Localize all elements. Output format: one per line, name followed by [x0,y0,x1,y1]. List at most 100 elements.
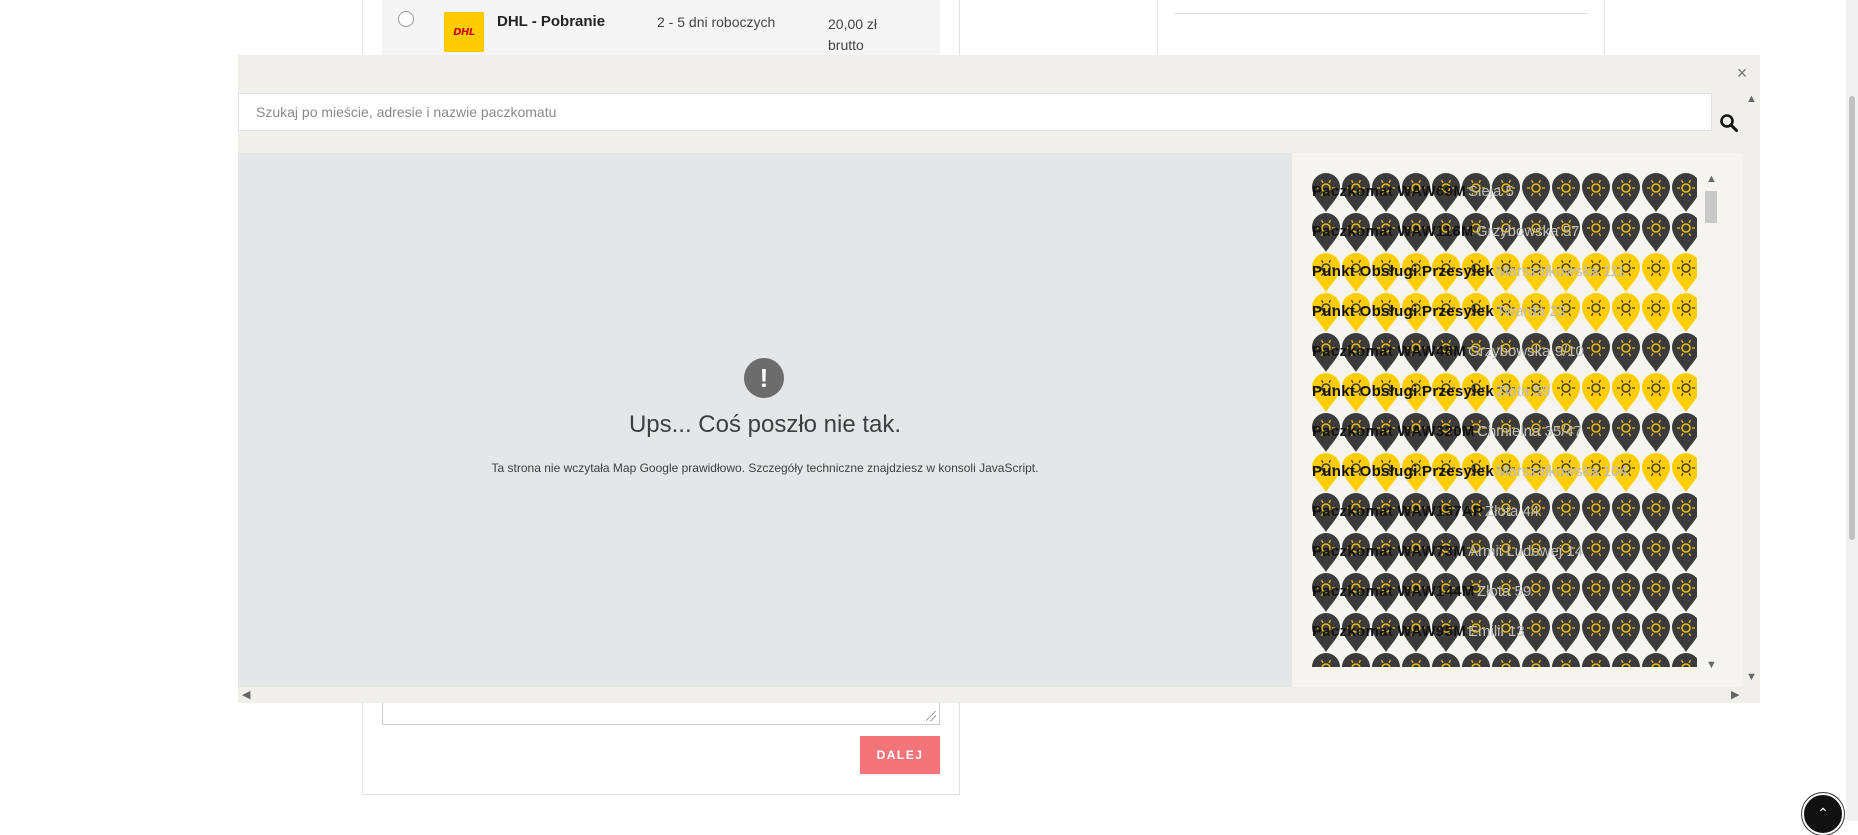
map-area[interactable]: ! Ups... Coś poszło nie tak. Ta strona n… [238,153,1292,687]
location-address: Złota 59 [1477,583,1532,600]
location-list-item[interactable]: Paczkomat WAW157AP Złota 44 [1312,493,1697,533]
shipping-delivery-time: 2 - 5 dni roboczych [657,14,776,30]
location-address: Sieja 5 [1468,183,1514,200]
map-pin-icon [1672,413,1697,452]
map-pin-icon [1582,373,1610,412]
map-pin-icon [1372,653,1400,667]
resize-grip-icon[interactable] [926,711,936,721]
location-name: Paczkomat WAW95M [1312,623,1467,640]
map-pin-icon [1552,173,1580,212]
list-scroll-up-icon[interactable]: ▲ [1706,173,1717,185]
map-pin-icon [1582,293,1610,332]
locations-list-inner: Paczkomat WAW69M Sieja 5 Paczkomat WAW116M… [1312,173,1697,667]
map-pin-icon [1612,573,1640,612]
location-list-item[interactable]: Paczkomat WAW320M Chmielna 35/47 [1312,413,1697,453]
map-pin-icon [1432,653,1460,667]
location-list-item[interactable]: Paczkomat WAW116M Grzybowska 57 [1312,213,1697,253]
map-error-text: Ta strona nie wczytała Map Google prawid… [491,461,1039,475]
list-scrollbar[interactable]: ▲ ▼ [1702,153,1720,687]
map-pin-icon [1642,213,1670,252]
map-pin-icon [1612,173,1640,212]
location-address: Złota 44 [1485,503,1540,520]
order-notes-textarea[interactable] [382,703,940,725]
location-pins-row [1312,653,1697,667]
location-list-item[interactable]: Paczkomat WAW95M Emilii 13 [1312,613,1697,653]
location-list-item[interactable]: Paczkomat WAW144M Złota 59 [1312,573,1697,613]
location-name: Paczkomat WAW48M [1312,343,1467,360]
map-pin-icon [1612,413,1640,452]
location-name: Punkt Obsługi Przesyłek [1312,263,1494,280]
search-input[interactable] [239,94,1713,130]
map-pin-icon [1552,653,1580,667]
location-name: Paczkomat WAW144M [1312,583,1475,600]
map-pin-icon [1672,373,1697,412]
scroll-top-button[interactable]: ⌃ [1802,793,1844,835]
map-pin-icon [1642,493,1670,532]
list-scroll-down-icon[interactable]: ▼ [1706,659,1717,671]
location-address: Armii Ludowej 14 [1468,543,1584,560]
map-pin-icon [1642,653,1670,667]
modal-horizontal-scrollbar[interactable]: ◀ ▶ [238,687,1760,703]
map-pin-icon [1672,453,1697,492]
location-name: Punkt Obsługi Przesyłek [1312,463,1494,480]
page-scrollbar-thumb[interactable] [1849,96,1855,540]
map-pin-icon [1672,213,1697,252]
shipping-name: DHL - Pobranie [497,13,606,30]
map-pin-icon [1642,613,1670,652]
map-pin-icon [1522,173,1550,212]
parcel-locker-modal: × ▲ ▼ ! Ups... Coś poszło nie tak. Ta st… [238,55,1760,703]
map-pin-icon [1582,533,1610,572]
next-button[interactable]: DALEJ [860,736,940,774]
modal-vertical-scrollbar[interactable]: ▲ ▼ [1742,93,1760,687]
summary-divider [1174,13,1588,14]
map-error-title: Ups... Coś poszło nie tak. [628,411,902,438]
location-list-item[interactable]: Paczkomat WAW73M Armii Ludowej 14 [1312,533,1697,573]
map-pin-icon [1402,653,1430,667]
scroll-left-arrow-icon[interactable]: ◀ [242,688,250,701]
map-pin-icon [1612,333,1640,372]
map-pin-icon [1312,653,1340,667]
map-pin-icon [1672,253,1697,292]
location-address: Złota 59 [1496,383,1551,400]
location-list-item[interactable]: Punkt Obsługi Przesyłek Twarda 22 [1312,293,1697,333]
map-pin-icon [1612,373,1640,412]
map-pin-icon [1582,413,1610,452]
map-pin-icon [1642,173,1670,212]
map-pin-icon [1612,493,1640,532]
map-pin-icon [1552,573,1580,612]
location-list-item[interactable]: Punkt Obsługi Przesyłek Marszałkowska 104 [1312,453,1697,493]
map-pin-icon [1582,493,1610,532]
location-list-item[interactable]: Paczkomat WAW69M Sieja 5 [1312,173,1697,213]
map-pin-icon [1492,653,1520,667]
shipping-price: 20,00 zł brutto [828,16,878,53]
location-list-item[interactable]: Punkt Obsługi Przesyłek Złota 59 [1312,373,1697,413]
location-list-item[interactable]: Punkt Obsługi Przesyłek Marszałkowska 111 [1312,253,1697,293]
scroll-up-arrow-icon[interactable]: ▲ [1746,93,1757,105]
map-pin-icon [1612,653,1640,667]
close-icon[interactable]: × [1732,63,1752,83]
map-pin-icon [1642,373,1670,412]
shipping-radio[interactable] [398,11,414,27]
location-address: Grzybowska 9/10 [1468,343,1584,360]
list-scrollbar-thumb[interactable] [1705,191,1717,223]
location-address: Marszałkowska 111 [1496,263,1626,280]
scroll-down-arrow-icon[interactable]: ▼ [1746,671,1757,683]
dhl-logo: DHL [444,12,484,52]
map-pin-icon [1672,613,1697,652]
location-list-item[interactable] [1312,653,1697,667]
chevron-up-icon: ⌃ [1817,805,1829,821]
map-pin-icon [1552,493,1580,532]
search-icon[interactable] [1719,113,1739,133]
dhl-logo-text: DHL [453,26,475,38]
location-name: Paczkomat WAW157AP [1312,503,1484,520]
map-pin-icon [1552,613,1580,652]
map-pin-icon [1582,213,1610,252]
location-address: Emilii 13 [1468,623,1525,640]
location-list-item[interactable]: Paczkomat WAW48M Grzybowska 9/10 [1312,333,1697,373]
scroll-right-arrow-icon[interactable]: ▶ [1731,688,1739,701]
location-address: Chmielna 35/47 [1477,423,1583,440]
map-pin-icon [1612,613,1640,652]
map-pin-icon [1612,293,1640,332]
map-pin-icon [1672,493,1697,532]
locations-list: Paczkomat WAW69M Sieja 5 Paczkomat WAW116M… [1292,153,1742,687]
